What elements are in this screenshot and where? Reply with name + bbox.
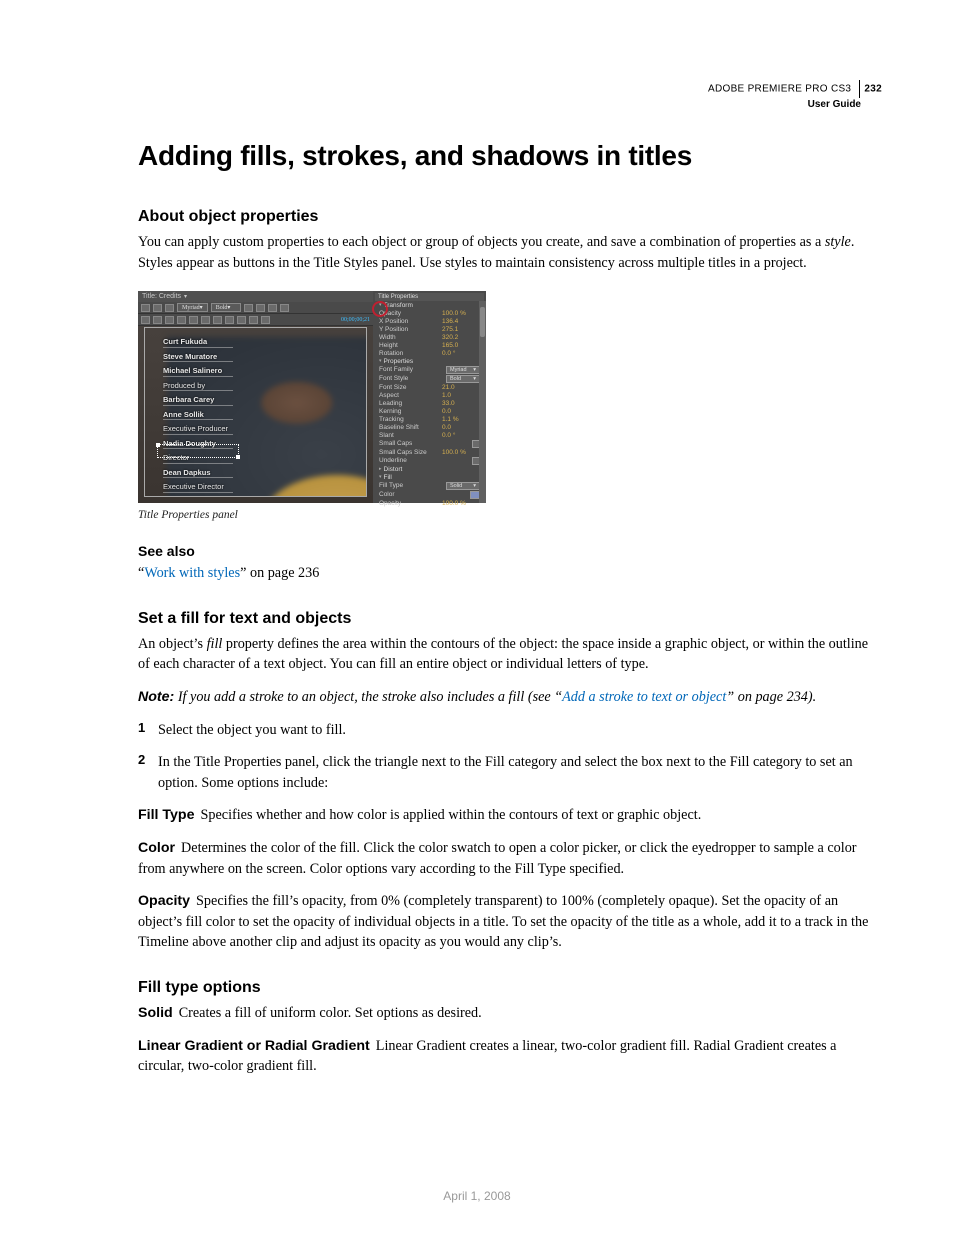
definition-opacity: OpacitySpecifies the fill’s opacity, fro… [138, 891, 882, 953]
figure-style-select: Bold▾ [211, 303, 241, 312]
figure-timecode: 00;00;00;21 [341, 317, 370, 323]
figure-window-tab: Title: Credits [138, 291, 373, 302]
definition-gradient: Linear Gradient or Radial GradientLinear… [138, 1036, 882, 1077]
link-add-stroke[interactable]: Add a stroke to text or object [562, 689, 726, 705]
step-1: 1 Select the object you want to fill. [138, 720, 882, 741]
figure-caption: Title Properties panel [138, 509, 882, 521]
definition-solid: SolidCreates a fill of uniform color. Se… [138, 1003, 882, 1024]
section-about-object-properties: About object properties [138, 208, 882, 226]
link-work-with-styles[interactable]: Work with styles [144, 565, 240, 581]
see-also-item: “Work with styles” on page 236 [138, 563, 882, 584]
paragraph: An object’s fill property defines the ar… [138, 634, 882, 675]
figure-toolbar-1: Myriad▾ Bold▾ [138, 302, 373, 314]
page-footer-date: April 1, 2008 [0, 1189, 954, 1203]
definition-color: ColorDetermines the color of the fill. C… [138, 838, 882, 879]
see-also-heading: See also [138, 543, 882, 559]
figure-credit-roll: Curt Fukuda Steve Muratore Michael Salin… [163, 336, 233, 496]
figure-canvas: Curt Fukuda Steve Muratore Michael Salin… [144, 327, 367, 497]
section-set-a-fill: Set a fill for text and objects [138, 610, 882, 628]
guide-label: User Guide [708, 98, 861, 111]
figure-titler-window: Title: Credits Myriad▾ Bold▾ 00;00;00;21 [138, 291, 373, 503]
page-title: Adding fills, strokes, and shadows in ti… [138, 140, 882, 172]
product-name: ADOBE PREMIERE PRO CS3 [708, 84, 851, 95]
header-divider [859, 80, 860, 98]
page-number: 232 [864, 84, 882, 95]
figure-toolbar-2: 00;00;00;21 [138, 314, 373, 326]
note: Note: If you add a stroke to an object, … [138, 687, 882, 708]
figure-properties-panel: Title Properties Transform Opacity100.0 … [373, 291, 486, 503]
definition-fill-type: Fill TypeSpecifies whether and how color… [138, 805, 882, 826]
step-2: 2 In the Title Properties panel, click t… [138, 752, 882, 793]
page-header: ADOBE PREMIERE PRO CS3 232 User Guide [708, 80, 882, 111]
figure-panel-tab: Title Properties [375, 293, 484, 301]
section-fill-type-options: Fill type options [138, 979, 882, 997]
figure-title-properties: Title: Credits Myriad▾ Bold▾ 00;00;00;21 [138, 291, 486, 503]
figure-font-select: Myriad▾ [177, 303, 208, 312]
paragraph: You can apply custom properties to each … [138, 232, 882, 273]
